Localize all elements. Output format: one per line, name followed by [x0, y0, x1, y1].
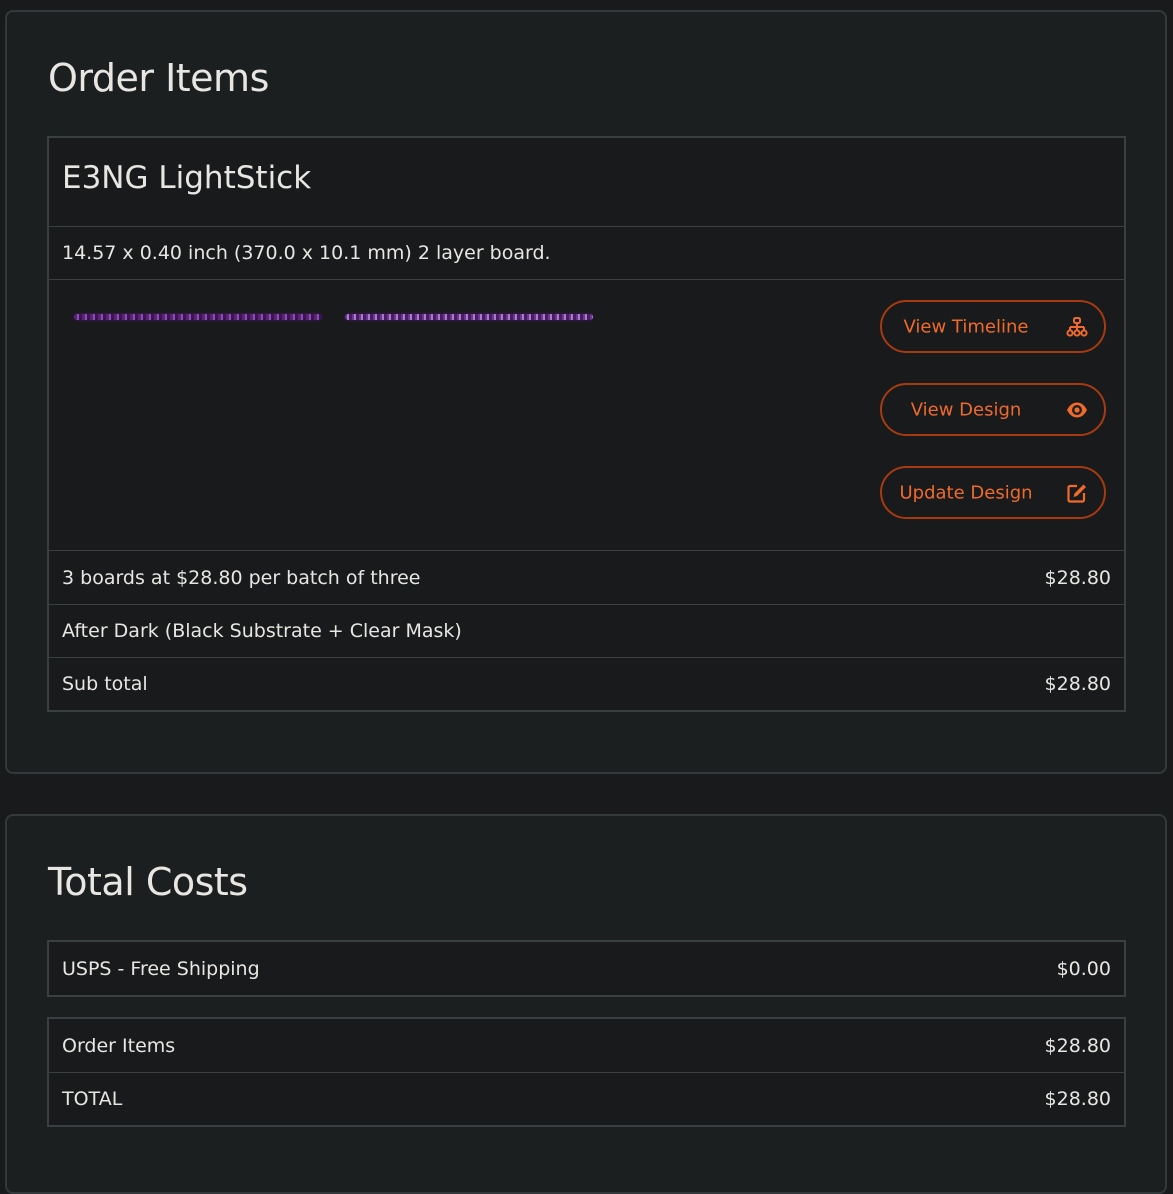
price-description: 3 boards at $28.80 per batch of three	[62, 566, 421, 589]
finish-row: After Dark (Black Substrate + Clear Mask…	[49, 604, 1124, 657]
shipping-box: USPS - Free Shipping $0.00	[47, 940, 1126, 997]
price-amount: $28.80	[1044, 566, 1111, 589]
finish-description: After Dark (Black Substrate + Clear Mask…	[62, 620, 462, 642]
view-design-label: View Design	[910, 399, 1022, 420]
order-item-box: E3NG LightStick 14.57 x 0.40 inch (370.0…	[47, 136, 1126, 712]
shipping-row: USPS - Free Shipping $0.00	[49, 942, 1124, 995]
item-name: E3NG LightStick	[62, 160, 312, 196]
order-items-heading: Order Items	[48, 56, 269, 100]
item-title-row: E3NG LightStick	[49, 138, 1124, 226]
view-timeline-label: View Timeline	[903, 316, 1029, 337]
sitemap-icon	[1066, 316, 1088, 337]
order-items-total-row: Order Items $28.80	[49, 1019, 1124, 1072]
eye-icon	[1067, 402, 1087, 417]
view-timeline-button[interactable]: View Timeline	[880, 300, 1106, 353]
update-design-button[interactable]: Update Design	[880, 466, 1106, 519]
edit-icon	[1067, 484, 1086, 503]
summary-box: Order Items $28.80 TOTAL $28.80	[47, 1017, 1126, 1127]
board-front-preview[interactable]	[74, 314, 322, 320]
update-design-label: Update Design	[899, 482, 1033, 503]
subtotal-label: Sub total	[62, 673, 148, 695]
grand-total-amount: $28.80	[1044, 1088, 1111, 1110]
order-items-total-label: Order Items	[62, 1034, 176, 1057]
subtotal-row: Sub total $28.80	[49, 657, 1124, 710]
grand-total-row: TOTAL $28.80	[49, 1072, 1124, 1125]
subtotal-amount: $28.80	[1044, 673, 1111, 695]
total-costs-heading: Total Costs	[48, 860, 248, 904]
item-spec-row: 14.57 x 0.40 inch (370.0 x 10.1 mm) 2 la…	[49, 226, 1124, 279]
shipping-label: USPS - Free Shipping	[62, 957, 260, 980]
item-preview-row: View Timeline View Design Update Design	[49, 279, 1124, 550]
grand-total-label: TOTAL	[62, 1088, 123, 1110]
total-costs-card: Total Costs USPS - Free Shipping $0.00 O…	[5, 814, 1167, 1194]
order-items-card: Order Items E3NG LightStick 14.57 x 0.40…	[5, 10, 1167, 774]
item-spec: 14.57 x 0.40 inch (370.0 x 10.1 mm) 2 la…	[62, 242, 551, 264]
shipping-amount: $0.00	[1056, 957, 1111, 980]
view-design-button[interactable]: View Design	[880, 383, 1106, 436]
order-items-total-amount: $28.80	[1044, 1034, 1111, 1057]
item-price-row: 3 boards at $28.80 per batch of three $2…	[49, 550, 1124, 604]
board-back-preview[interactable]	[345, 314, 593, 320]
